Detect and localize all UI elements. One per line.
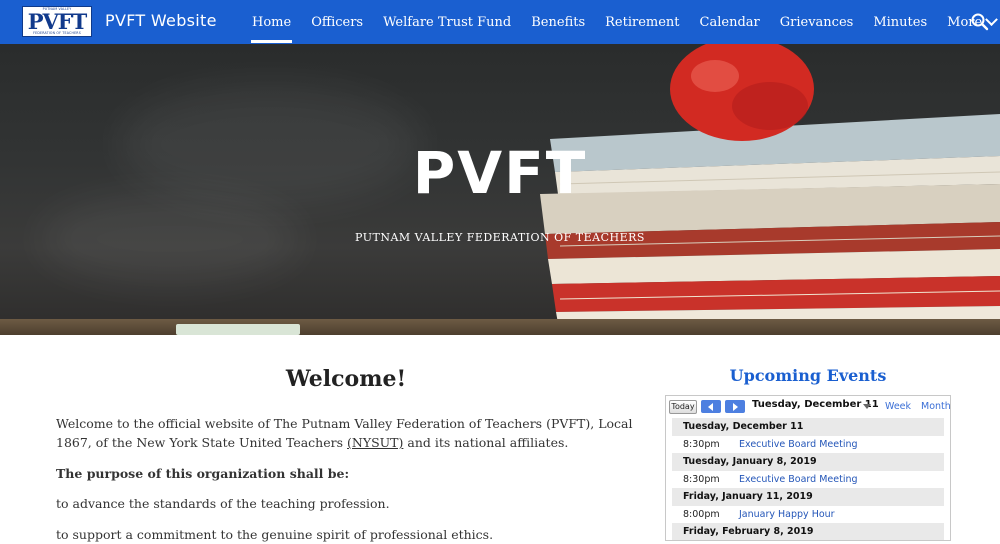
nav-item-officers[interactable]: Officers bbox=[301, 0, 373, 44]
nav-item-grievances[interactable]: Grievances bbox=[770, 0, 864, 44]
event-time: 8:30pm bbox=[683, 438, 720, 450]
nav-label: Calendar bbox=[699, 14, 760, 30]
events-title: Upcoming Events bbox=[729, 366, 887, 385]
nav-item-minutes[interactable]: Minutes bbox=[863, 0, 937, 44]
arrow-left-icon bbox=[708, 403, 713, 411]
day-header: Tuesday, January 8, 2019 bbox=[672, 453, 944, 471]
nav-label: Officers bbox=[311, 14, 364, 30]
purpose-point-2: to support a commitment to the genuine s… bbox=[56, 527, 494, 542]
day-header: Friday, January 11, 2019 bbox=[672, 488, 944, 506]
events-calendar-widget: Today Tuesday, December 11 Week Month Tu… bbox=[665, 395, 951, 541]
prev-button[interactable] bbox=[701, 400, 721, 413]
purpose-point-1: to advance the standards of the teaching… bbox=[56, 496, 390, 511]
logo-text: PVFT bbox=[27, 9, 88, 34]
hero-subtitle: PUTNAM VALLEY FEDERATION OF TEACHERS bbox=[355, 231, 645, 244]
site-logo[interactable]: PUTNAM VALLEY PVFT FEDERATION OF TEACHER… bbox=[22, 6, 92, 37]
day-header: Tuesday, December 11 bbox=[672, 418, 944, 436]
nav-label: Minutes bbox=[873, 14, 928, 30]
event-title[interactable]: January Happy Hour bbox=[739, 506, 835, 524]
intro-text-end: and its national affiliates. bbox=[403, 435, 569, 450]
hero-banner: PVFT PUTNAM VALLEY FEDERATION OF TEACHER… bbox=[0, 44, 1000, 335]
event-row[interactable]: 8:00pm January Happy Hour bbox=[672, 505, 944, 524]
nav-item-more[interactable]: More bbox=[937, 0, 1000, 44]
event-row[interactable]: 8:30pm Executive Board Meeting bbox=[672, 470, 944, 489]
nav-label: Welfare Trust Fund bbox=[383, 14, 512, 30]
nav-label: Retirement bbox=[605, 14, 680, 30]
event-title[interactable]: Executive Board Meeting bbox=[739, 471, 858, 489]
today-button[interactable]: Today bbox=[669, 400, 697, 414]
chalkboard-ledge bbox=[0, 319, 1000, 335]
event-row[interactable]: 8:30pm Executive Board Meeting bbox=[672, 435, 944, 454]
nav-item-home[interactable]: Home bbox=[242, 0, 301, 44]
next-button[interactable] bbox=[725, 400, 745, 413]
nav-item-welfare-trust-fund[interactable]: Welfare Trust Fund bbox=[373, 0, 521, 44]
nav-item-benefits[interactable]: Benefits bbox=[521, 0, 595, 44]
calendar-toolbar: Today Tuesday, December 11 Week Month bbox=[666, 396, 950, 418]
event-title[interactable]: Executive Board Meeting bbox=[739, 436, 858, 454]
date-dropdown-icon[interactable] bbox=[863, 404, 871, 409]
day-header: Friday, February 8, 2019 bbox=[672, 523, 944, 540]
nav-item-calendar[interactable]: Calendar bbox=[690, 0, 770, 44]
intro-paragraph: Welcome to the official website of The P… bbox=[56, 414, 646, 452]
month-view-link[interactable]: Month bbox=[921, 401, 950, 412]
hero-title: PVFT bbox=[412, 139, 588, 207]
nav-label: Benefits bbox=[531, 14, 586, 30]
current-date: Tuesday, December 11 bbox=[752, 399, 879, 410]
event-time: 8:00pm bbox=[683, 508, 720, 520]
logo-small-text-bottom: FEDERATION OF TEACHERS bbox=[33, 31, 81, 35]
nysut-link[interactable]: (NYSUT) bbox=[347, 435, 403, 450]
nav-item-retirement[interactable]: Retirement bbox=[595, 0, 689, 44]
arrow-right-icon bbox=[733, 403, 738, 411]
search-icon[interactable] bbox=[970, 12, 990, 32]
event-time: 8:30pm bbox=[683, 473, 720, 485]
nav-label: Grievances bbox=[779, 14, 854, 30]
chalk-piece bbox=[176, 324, 300, 335]
agenda-list: Tuesday, December 11 8:30pm Executive Bo… bbox=[672, 418, 944, 540]
main-nav: Home Officers Welfare Trust Fund Benefit… bbox=[242, 0, 1000, 44]
welcome-heading: Welcome! bbox=[285, 366, 407, 392]
purpose-heading: The purpose of this organization shall b… bbox=[56, 466, 350, 481]
site-title[interactable]: PVFT Website bbox=[105, 11, 217, 30]
week-view-link[interactable]: Week bbox=[885, 401, 911, 412]
nav-label: Home bbox=[252, 14, 292, 30]
top-nav-bar: PUTNAM VALLEY PVFT FEDERATION OF TEACHER… bbox=[0, 0, 1000, 44]
